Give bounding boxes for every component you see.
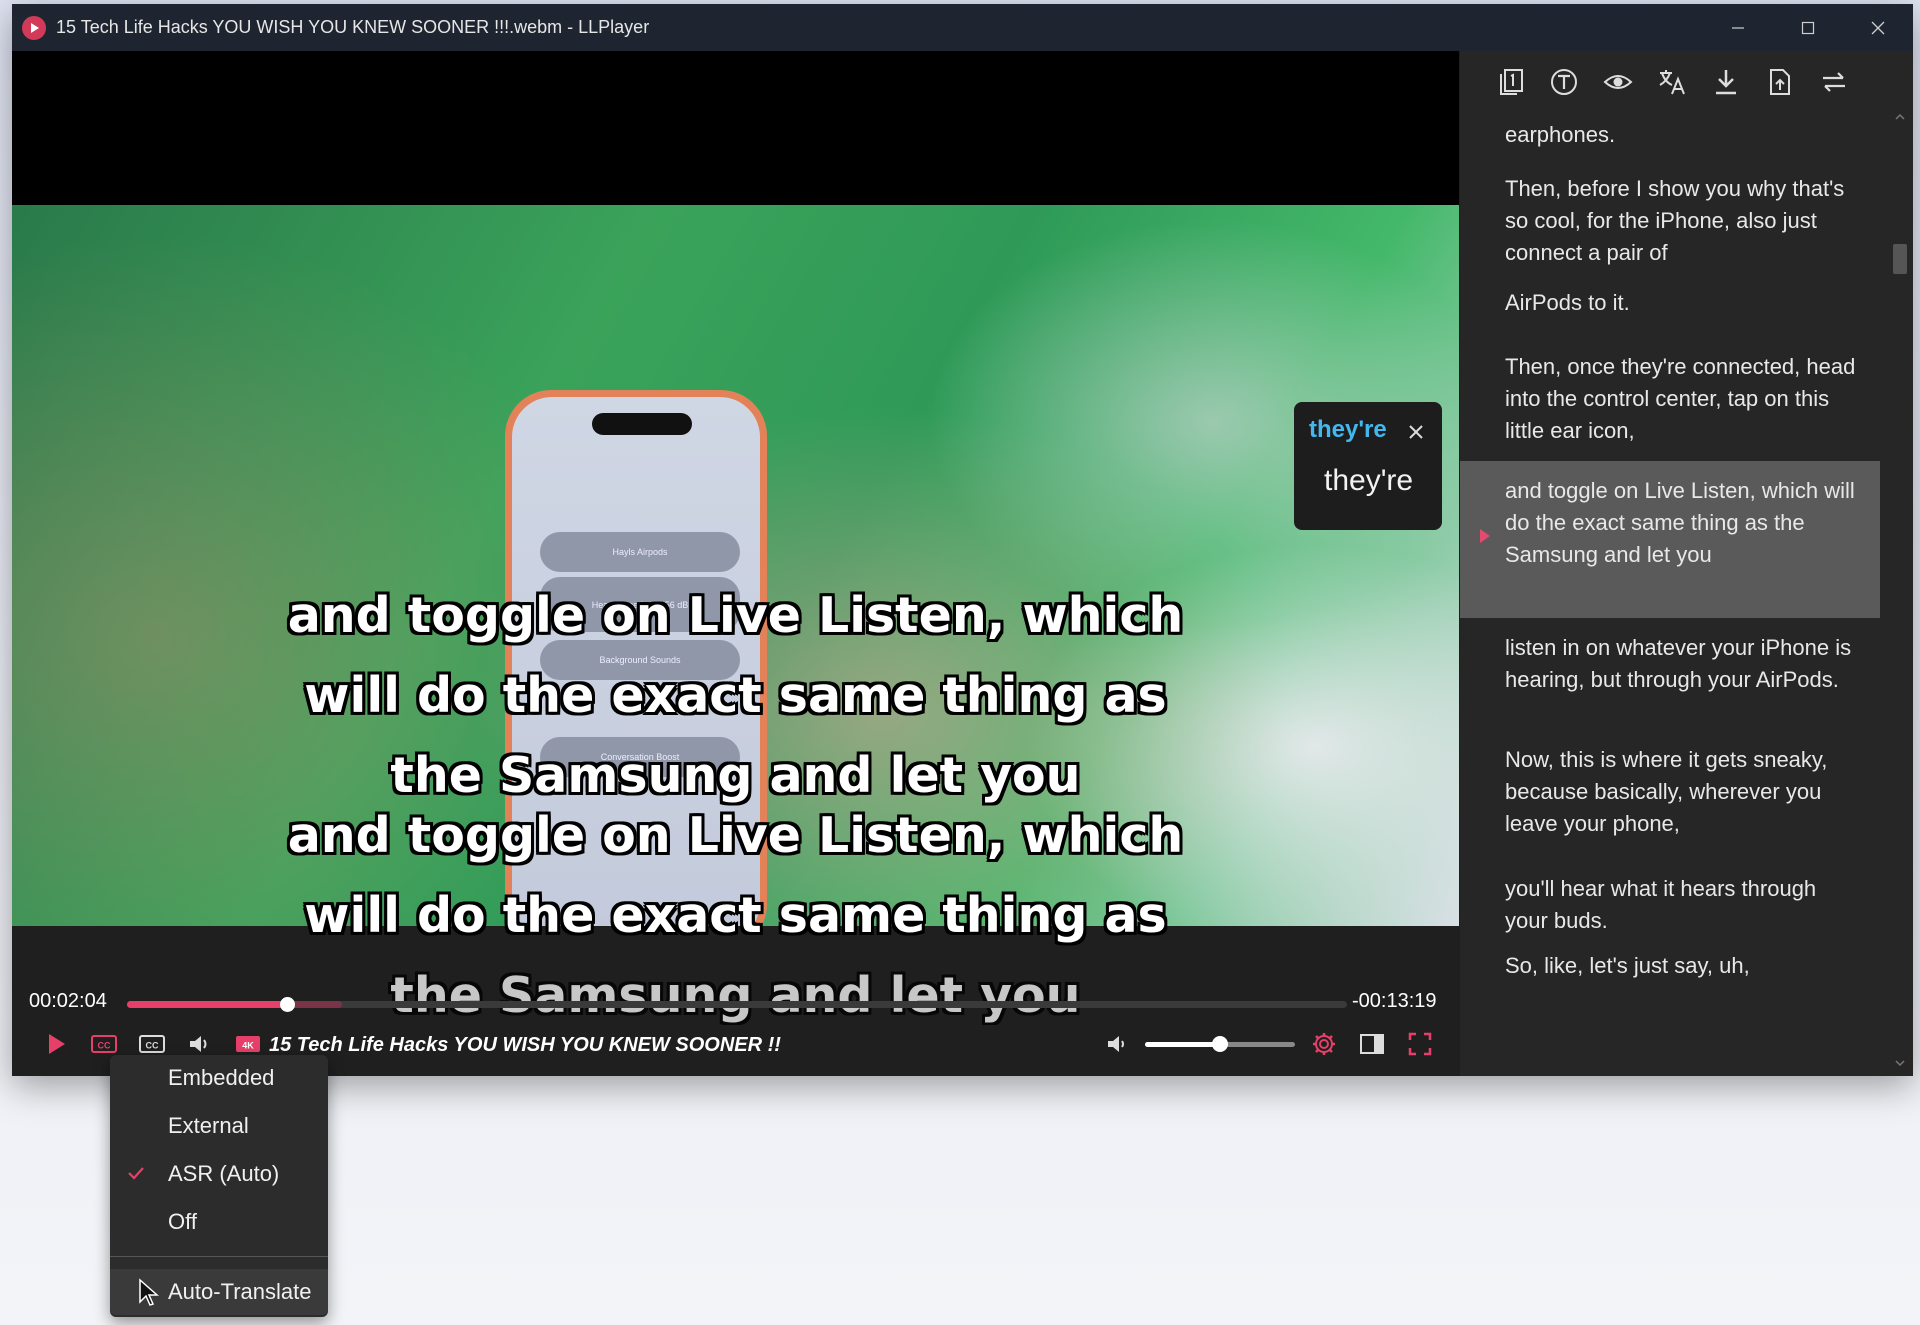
menu-item-label: Auto-Translate <box>168 1279 312 1304</box>
close-icon[interactable] <box>1408 424 1424 440</box>
seek-handle[interactable] <box>280 997 296 1012</box>
close-icon <box>1871 21 1885 34</box>
sidebar-toggle-button[interactable] <box>1356 1028 1388 1060</box>
subtitle-list-item-text: and toggle on Live Listen, which will do… <box>1505 478 1855 567</box>
subtitle-line[interactable]: and toggle on Live Listen, which <box>12 576 1459 656</box>
player-video-title: 15 Tech Life Hacks YOU WISH YOU KNEW SOO… <box>269 1034 781 1056</box>
speaker-icon <box>190 1036 207 1052</box>
translate-icon <box>1659 70 1685 95</box>
scrollbar-thumb[interactable] <box>1893 244 1907 274</box>
word-lookup-popup: they're they're <box>1294 402 1442 530</box>
closed-caption-icon: CC <box>91 1035 117 1053</box>
svg-text:CC: CC <box>146 1041 159 1051</box>
menu-divider <box>110 1256 328 1257</box>
menu-item-embedded[interactable]: Embedded <box>110 1055 328 1101</box>
window-title: 15 Tech Life Hacks YOU WISH YOU KNEW SOO… <box>56 17 650 37</box>
subtitle-list-item[interactable]: you'll hear what it hears through your b… <box>1460 873 1880 953</box>
subtitle-list-item[interactable]: listen in on whatever your iPhone is hea… <box>1460 632 1880 742</box>
menu-item-label: ASR (Auto) <box>168 1161 280 1186</box>
closed-caption-icon: CC <box>139 1035 165 1053</box>
subtitle-list-item[interactable]: Now, this is where it gets sneaky, becau… <box>1460 744 1880 854</box>
export-file-button[interactable] <box>1763 65 1797 99</box>
menu-item-label: External <box>168 1113 249 1138</box>
dual-subtitle-icon <box>1500 69 1523 95</box>
minimize-button[interactable] <box>1703 4 1773 51</box>
volume-handle[interactable] <box>1212 1036 1228 1052</box>
subtitle-list-item-active[interactable]: and toggle on Live Listen, which will do… <box>1460 461 1880 618</box>
mouse-cursor-icon <box>139 1278 159 1306</box>
fullscreen-icon <box>1408 1032 1432 1056</box>
swap-icon <box>1823 72 1845 92</box>
mute-button[interactable] <box>1102 1028 1134 1060</box>
elapsed-time: 00:02:04 <box>29 990 107 1012</box>
download-button[interactable] <box>1709 65 1743 99</box>
subtitle-list-item[interactable]: earphones. <box>1460 119 1880 151</box>
export-file-icon <box>1770 69 1790 95</box>
close-button[interactable] <box>1843 4 1913 51</box>
dual-subtitle-button[interactable] <box>1494 65 1528 99</box>
subtitle-line[interactable]: will do the exact same thing as <box>12 656 1459 736</box>
settings-button[interactable] <box>1308 1028 1340 1060</box>
volume-icon <box>1108 1036 1124 1052</box>
maximize-icon <box>1801 21 1815 34</box>
subtitle-list-item[interactable]: Then, once they're connected, head into … <box>1460 337 1880 447</box>
svg-text:4K: 4K <box>242 1041 254 1051</box>
scroll-up-icon[interactable] <box>1892 109 1908 125</box>
app-logo-icon <box>22 15 46 40</box>
checkmark-icon <box>128 1167 144 1180</box>
menu-item-external[interactable]: External <box>110 1103 328 1149</box>
eye-icon <box>1603 75 1633 89</box>
secondary-subtitle[interactable]: and toggle on Live Listen, which will do… <box>12 796 1459 1036</box>
sidebar-scrollbar[interactable] <box>1890 109 1910 1071</box>
visibility-button[interactable] <box>1601 65 1635 99</box>
subtitle-list-item[interactable]: So, like, let's just say, uh, <box>1460 950 1880 1010</box>
remaining-time: -00:13:19 <box>1352 990 1437 1012</box>
subtitle-line[interactable]: the Samsung and let you <box>12 956 1459 1036</box>
4k-icon: 4K <box>236 1036 260 1052</box>
subtitle-list-item[interactable]: AirPods to it. <box>1460 273 1880 319</box>
primary-subtitle[interactable]: and toggle on Live Listen, which will do… <box>12 576 1459 816</box>
text-button[interactable] <box>1547 65 1581 99</box>
subtitle-sidebar: earphones. Then, before I show you why t… <box>1460 51 1913 1076</box>
text-icon <box>1551 69 1577 95</box>
volume-level <box>1145 1042 1220 1047</box>
app-window: 15 Tech Life Hacks YOU WISH YOU KNEW SOO… <box>12 4 1913 1076</box>
seek-progress <box>127 1001 289 1008</box>
menu-item-off[interactable]: Off <box>110 1199 328 1245</box>
sidebar-toolbar <box>1460 51 1913 111</box>
video-area[interactable]: Hayls Airpods Headphone Level 56 dB Back… <box>12 51 1459 926</box>
download-icon <box>1716 70 1736 95</box>
maximize-button[interactable] <box>1773 4 1843 51</box>
subtitle-line[interactable]: will do the exact same thing as <box>12 876 1459 956</box>
minimize-icon <box>1732 26 1744 29</box>
svg-text:CC: CC <box>98 1041 111 1051</box>
subtitle-list[interactable]: earphones. Then, before I show you why t… <box>1460 119 1880 1076</box>
translate-button[interactable] <box>1655 65 1689 99</box>
menu-item-label: Off <box>168 1209 197 1234</box>
play-button[interactable] <box>40 1028 72 1060</box>
fullscreen-button[interactable] <box>1404 1028 1436 1060</box>
swap-button[interactable] <box>1817 65 1851 99</box>
lookup-word: they're <box>1309 416 1387 443</box>
phone-widget-text: Hayls Airpods <box>540 532 740 572</box>
title-bar[interactable]: 15 Tech Life Hacks YOU WISH YOU KNEW SOO… <box>12 4 1913 51</box>
menu-item-asr-auto[interactable]: ASR (Auto) <box>110 1151 328 1197</box>
menu-item-label: Embedded <box>168 1065 275 1090</box>
subtitle-line[interactable]: and toggle on Live Listen, which <box>12 796 1459 876</box>
window-controls <box>1703 4 1913 51</box>
play-icon <box>49 1034 65 1054</box>
gear-icon <box>1313 1033 1335 1055</box>
current-subtitle-marker-icon <box>1480 529 1490 543</box>
scroll-down-icon[interactable] <box>1892 1055 1908 1071</box>
sidebar-icon <box>1360 1034 1384 1054</box>
lookup-translation: they're <box>1324 464 1414 497</box>
subtitle-list-item[interactable]: Then, before I show you why that's so co… <box>1460 163 1880 273</box>
